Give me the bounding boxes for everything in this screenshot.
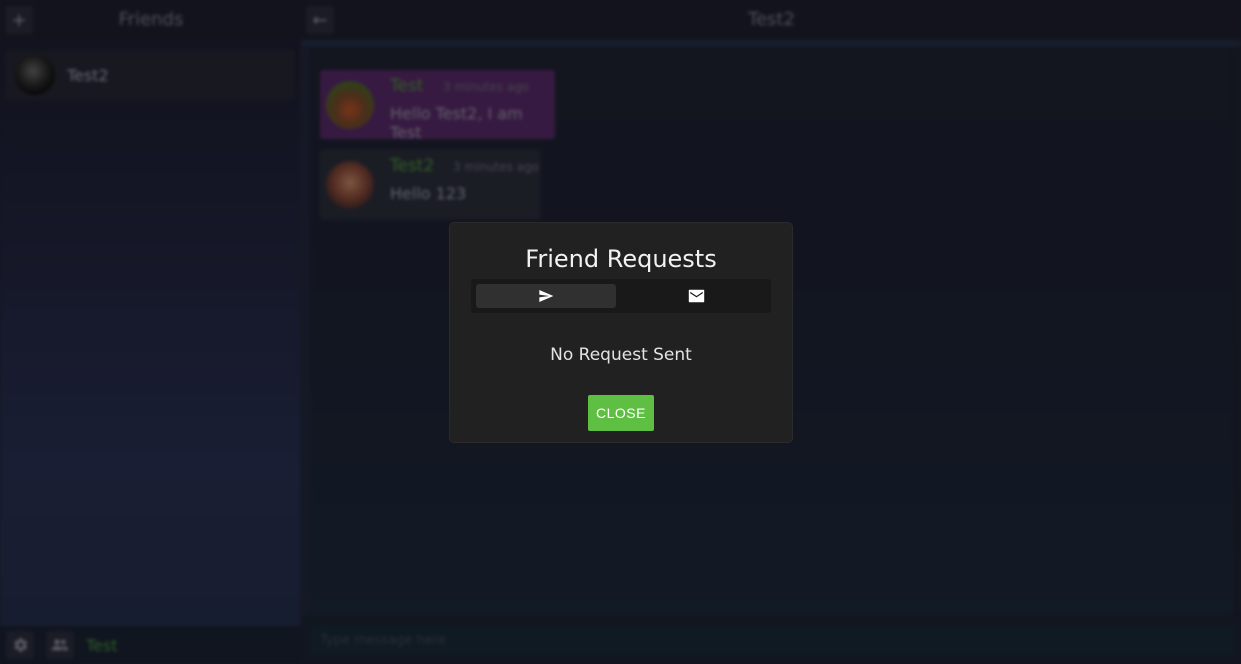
request-tabs	[471, 279, 771, 313]
tab-sent-requests[interactable]	[476, 284, 616, 308]
tab-received-requests[interactable]	[626, 284, 766, 308]
dialog-title: Friend Requests	[525, 245, 717, 273]
empty-state-text: No Request Sent	[550, 345, 692, 365]
send-icon	[539, 290, 554, 302]
mail-icon	[688, 289, 704, 303]
friend-requests-dialog: Friend Requests No Request Sent CLOSE	[450, 223, 792, 442]
close-button[interactable]: CLOSE	[588, 395, 654, 431]
